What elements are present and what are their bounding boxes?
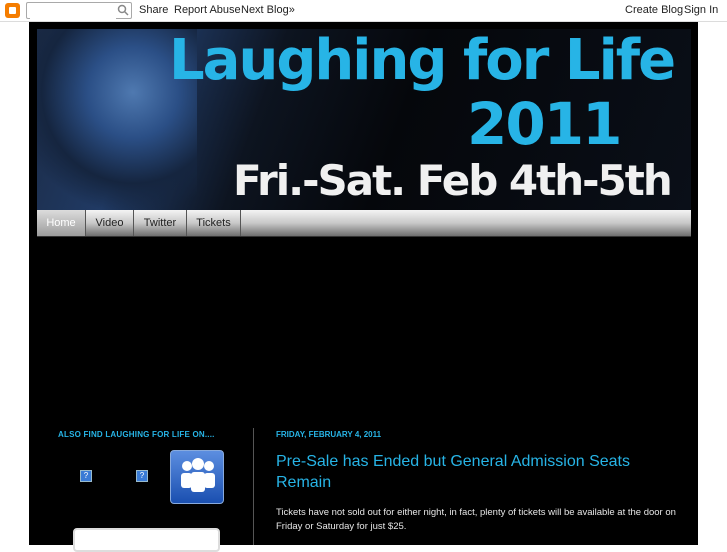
header-banner[interactable]: Laughing for Life 2011 Fri.-Sat. Feb 4th… — [37, 29, 691, 210]
search-icon[interactable] — [117, 4, 129, 16]
header-title: Laughing for Life — [169, 29, 676, 93]
sidebar-widget-box — [73, 528, 220, 552]
tab-video[interactable]: Video — [86, 210, 134, 236]
search-input[interactable] — [30, 6, 116, 21]
page-tabs: Home Video Twitter Tickets — [37, 210, 691, 237]
post-title[interactable]: Pre-Sale has Ended but General Admission… — [276, 451, 656, 493]
report-abuse-link[interactable]: Report Abuse — [174, 4, 241, 16]
sidebar-widget-title: ALSO FIND LAUGHING FOR LIFE ON.... — [58, 430, 215, 439]
search-box[interactable] — [26, 2, 132, 21]
header-title-part1: Laughing for — [169, 29, 565, 93]
post-date: FRIDAY, FEBRUARY 4, 2011 — [276, 430, 382, 439]
share-link[interactable]: Share — [139, 4, 168, 16]
sign-in-link[interactable]: Sign In — [684, 4, 718, 16]
blogger-navbar: Share Report Abuse Next Blog» Create Blo… — [0, 0, 727, 22]
column-divider — [253, 428, 254, 545]
create-blog-link[interactable]: Create Blog — [625, 4, 683, 16]
myspace-people-icon — [181, 458, 215, 492]
tab-home[interactable]: Home — [37, 210, 86, 236]
blog-content: Laughing for Life 2011 Fri.-Sat. Feb 4th… — [29, 22, 698, 552]
header-dates: Fri.-Sat. Feb 4th-5th — [233, 156, 673, 205]
missing-image-icon[interactable]: ? — [80, 470, 92, 482]
blogger-logo-icon[interactable] — [5, 3, 20, 18]
tab-tickets[interactable]: Tickets — [187, 210, 241, 236]
missing-image-icon[interactable]: ? — [136, 470, 148, 482]
header-title-part2: Life — [564, 29, 676, 93]
myspace-icon[interactable] — [170, 450, 224, 504]
tab-twitter[interactable]: Twitter — [134, 210, 187, 236]
header-year: 2011 — [467, 90, 622, 158]
next-blog-link[interactable]: Next Blog» — [241, 4, 295, 16]
post-body: Tickets have not sold out for either nig… — [276, 507, 676, 532]
